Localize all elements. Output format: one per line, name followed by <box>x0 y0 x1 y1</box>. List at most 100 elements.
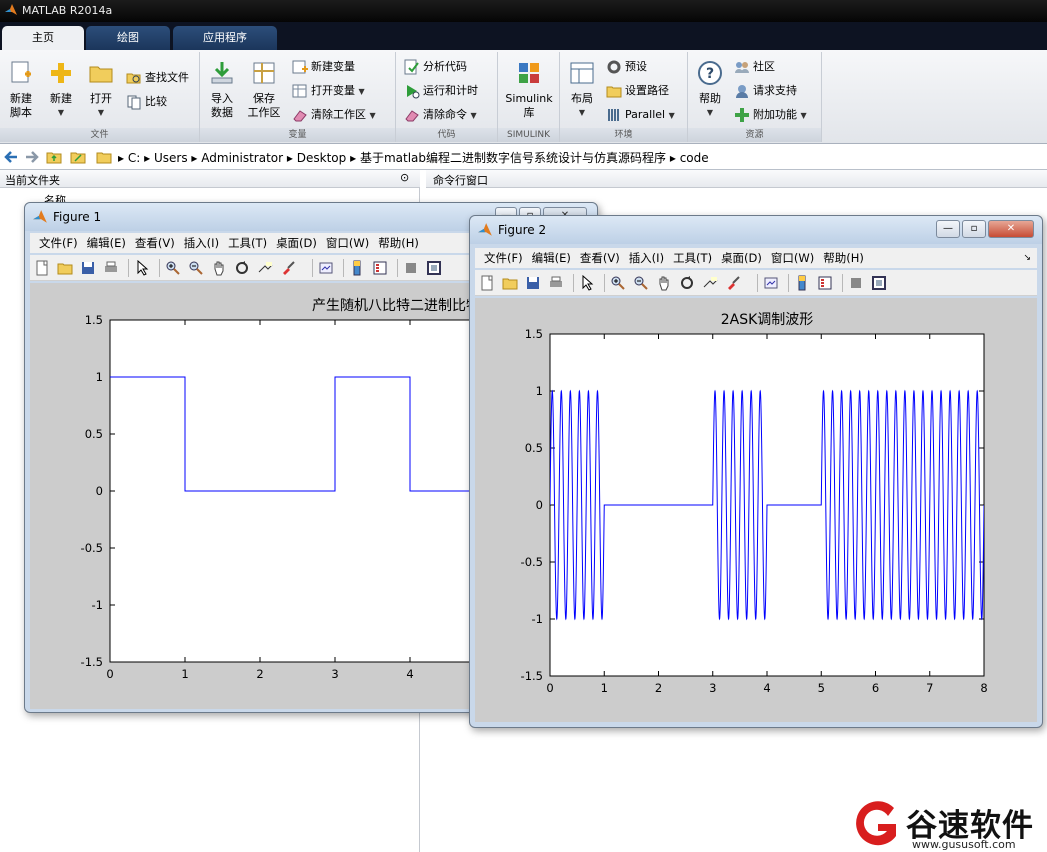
tab-home[interactable]: 主页 <box>2 26 84 50</box>
ribbon-tabs: 主页 绘图 应用程序 <box>0 22 1047 50</box>
run-and-time-label: 运行和计时 <box>423 84 478 97</box>
set-path-label: 设置路径 <box>625 84 669 97</box>
find-files-button[interactable]: 查找文件 <box>126 68 189 88</box>
menu-insert[interactable]: 插入(I) <box>629 248 664 268</box>
pointer-icon[interactable] <box>579 275 595 291</box>
new-figure-icon[interactable] <box>34 260 50 276</box>
run-and-time-button[interactable]: 运行和计时 <box>404 81 478 101</box>
menu-file[interactable]: 文件(F) <box>484 248 523 268</box>
open-variable-button[interactable]: 打开变量 ▼ <box>292 81 365 101</box>
menu-edit[interactable]: 编辑(E) <box>87 233 126 253</box>
back-arrow-icon[interactable] <box>3 149 19 165</box>
help-button[interactable]: ? 帮助 ▼ <box>692 60 728 120</box>
toolbar-separator <box>397 259 398 277</box>
save-icon[interactable] <box>525 275 541 291</box>
forward-arrow-icon[interactable] <box>24 149 40 165</box>
tab-plots[interactable]: 绘图 <box>86 26 170 50</box>
hide-tools-icon[interactable] <box>848 275 864 291</box>
browse-folder-icon[interactable] <box>70 149 86 165</box>
menu-tools[interactable]: 工具(T) <box>228 233 267 253</box>
pan-hand-icon[interactable] <box>211 260 227 276</box>
open-file-icon[interactable] <box>502 275 518 291</box>
menu-view[interactable]: 查看(V) <box>135 233 175 253</box>
support-icon <box>736 85 748 98</box>
rotate-3d-icon[interactable] <box>679 275 695 291</box>
x-tick-label: 3 <box>331 667 338 681</box>
panel-options-icon[interactable]: ⊙ <box>400 171 409 184</box>
close-button[interactable]: ✕ <box>988 220 1034 238</box>
menu-insert[interactable]: 插入(I) <box>184 233 219 253</box>
new-script-button[interactable]: 新建 脚本 <box>4 60 38 120</box>
set-path-button[interactable]: 设置路径 <box>606 81 669 101</box>
menu-dock-icon[interactable]: ↘ <box>1023 248 1031 268</box>
parallel-button[interactable]: Parallel ▼ <box>606 105 675 125</box>
menu-view[interactable]: 查看(V) <box>580 248 620 268</box>
open-file-icon[interactable] <box>57 260 73 276</box>
menu-help[interactable]: 帮助(H) <box>378 233 419 253</box>
clear-workspace-button[interactable]: 清除工作区 ▼ <box>292 105 376 125</box>
menu-desktop[interactable]: 桌面(D) <box>276 233 317 253</box>
addons-button[interactable]: 附加功能 ▼ <box>734 105 807 125</box>
figure-2-window[interactable]: Figure 2 — ▫ ✕ 文件(F) 编辑(E) 查看(V) 插入(I) 工具(T)… <box>469 215 1043 728</box>
breadcrumb-item[interactable]: code <box>680 151 709 165</box>
menu-file[interactable]: 文件(F) <box>39 233 78 253</box>
brush-icon[interactable] <box>725 275 741 291</box>
request-support-button[interactable]: 请求支持 <box>734 81 797 101</box>
breadcrumb-item[interactable]: C: <box>128 151 140 165</box>
analyze-code-button[interactable]: 分析代码 <box>404 57 467 77</box>
layout-button[interactable]: 布局 ▼ <box>564 60 600 120</box>
zoom-out-icon[interactable] <box>188 260 204 276</box>
new-variable-button[interactable]: 新建变量 <box>292 57 355 77</box>
figure-2-plot[interactable]: 2ASK调制波形 0 1 2 3 4 5 6 7 8 -1.5 -1 -0.5 0 0.5 1 1.5 <box>475 298 1037 722</box>
breadcrumb-item[interactable]: Administrator <box>201 151 283 165</box>
link-plot-icon[interactable] <box>763 275 779 291</box>
open-button[interactable]: 打开 ▼ <box>84 60 118 120</box>
menu-edit[interactable]: 编辑(E) <box>532 248 571 268</box>
import-data-button[interactable]: 导入 数据 <box>206 60 238 120</box>
menu-desktop[interactable]: 桌面(D) <box>721 248 762 268</box>
colorbar-icon[interactable] <box>349 260 365 276</box>
show-tools-icon[interactable] <box>426 260 442 276</box>
simulink-library-button[interactable]: Simulink 库 <box>502 60 556 120</box>
menu-window[interactable]: 窗口(W) <box>326 233 369 253</box>
hide-tools-icon[interactable] <box>403 260 419 276</box>
breadcrumb-item[interactable]: Desktop <box>297 151 347 165</box>
zoom-in-icon[interactable] <box>165 260 181 276</box>
menu-tools[interactable]: 工具(T) <box>673 248 712 268</box>
maximize-button[interactable]: ▫ <box>962 220 986 238</box>
compare-button[interactable]: 比较 <box>126 92 167 112</box>
zoom-out-icon[interactable] <box>633 275 649 291</box>
up-folder-icon[interactable] <box>46 149 62 165</box>
breadcrumb-separator: ▸ <box>286 151 293 165</box>
pan-hand-icon[interactable] <box>656 275 672 291</box>
menu-window[interactable]: 窗口(W) <box>771 248 814 268</box>
x-tick-label: 0 <box>106 667 113 681</box>
print-icon[interactable] <box>548 275 564 291</box>
save-icon[interactable] <box>80 260 96 276</box>
pointer-icon[interactable] <box>134 260 150 276</box>
menu-help[interactable]: 帮助(H) <box>823 248 864 268</box>
minimize-button[interactable]: — <box>936 220 960 238</box>
save-workspace-button[interactable]: 保存 工作区 <box>244 60 284 120</box>
new-button[interactable]: 新建 ▼ <box>44 60 78 120</box>
show-tools-icon[interactable] <box>871 275 887 291</box>
tab-apps[interactable]: 应用程序 <box>173 26 277 50</box>
rotate-3d-icon[interactable] <box>234 260 250 276</box>
print-icon[interactable] <box>103 260 119 276</box>
preferences-button[interactable]: 预设 <box>606 57 647 77</box>
breadcrumb-item[interactable]: Users <box>154 151 188 165</box>
brush-icon[interactable] <box>280 260 296 276</box>
new-figure-icon[interactable] <box>479 275 495 291</box>
data-cursor-icon[interactable] <box>702 275 718 291</box>
data-cursor-icon[interactable] <box>257 260 273 276</box>
zoom-in-icon[interactable] <box>610 275 626 291</box>
plus-icon <box>735 108 749 122</box>
new-variable-icon <box>292 60 308 74</box>
community-button[interactable]: 社区 <box>734 57 775 77</box>
legend-icon[interactable] <box>372 260 388 276</box>
clear-commands-button[interactable]: 清除命令 ▼ <box>404 105 477 125</box>
legend-icon[interactable] <box>817 275 833 291</box>
link-plot-icon[interactable] <box>318 260 334 276</box>
breadcrumb-item[interactable]: 基于matlab编程二进制数字信号系统设计与仿真源码程序 <box>360 151 666 165</box>
colorbar-icon[interactable] <box>794 275 810 291</box>
